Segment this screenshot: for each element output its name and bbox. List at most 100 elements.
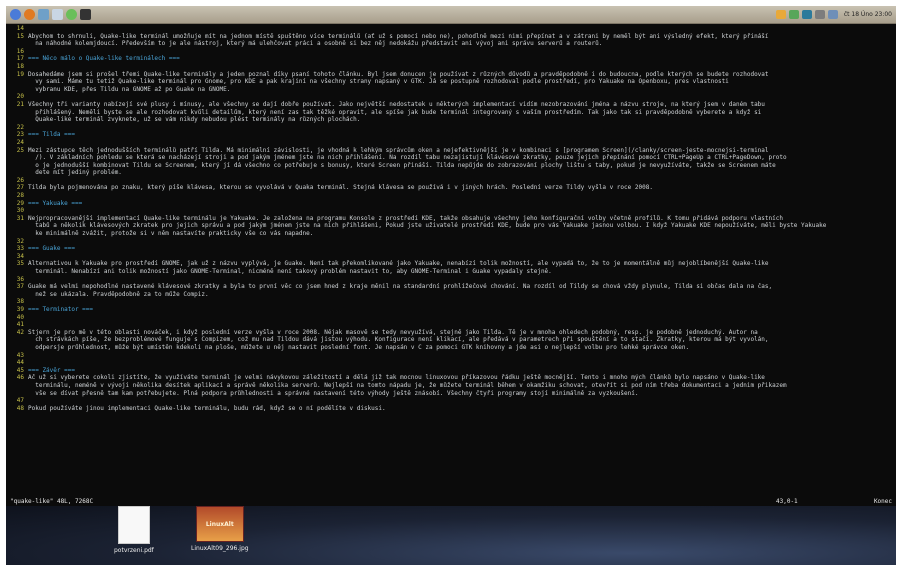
- terminal-text-area[interactable]: 14 15 Abychom to shrnuli, Quake-like termi…: [6, 24, 896, 412]
- editor-line[interactable]: 16: [10, 48, 892, 56]
- line-number: [10, 78, 24, 86]
- editor-line[interactable]: 21 Všechny tři varianty nabízejí své plus…: [10, 101, 892, 109]
- editor-line[interactable]: 37 Guake má velmi nepohodlné nastavené kl…: [10, 283, 892, 291]
- line-text: na náhodné kolemjdoucí. Především to je …: [28, 40, 603, 48]
- line-number: 38: [16, 298, 24, 306]
- terminal-icon[interactable]: [80, 9, 91, 20]
- menu-icon[interactable]: [10, 9, 21, 20]
- editor-line[interactable]: 38: [10, 298, 892, 306]
- editor-line[interactable]: 36: [10, 276, 892, 284]
- editor-line[interactable]: 24: [10, 139, 892, 147]
- editor-line[interactable]: Quake-like terminál zvyknete, už se vám …: [10, 116, 892, 124]
- editor-line[interactable]: 31 Nejpropracovanější implementací Quake-…: [10, 215, 892, 223]
- editor-line[interactable]: ch strávkách píše, že bezproblémové fung…: [10, 336, 892, 344]
- editor-line[interactable]: ke minimálně zvážit, protože si v něm na…: [10, 230, 892, 238]
- line-number: 43: [16, 351, 24, 359]
- desktop: potvrzeni.pdf LinuxAlt LinuxAlt09_296.jp…: [6, 506, 896, 565]
- editor-line[interactable]: 29 === Yakuake ===: [10, 200, 892, 208]
- editor-line[interactable]: 26: [10, 177, 892, 185]
- launcher-area: [6, 9, 91, 20]
- editor-line[interactable]: 42 Stjern je pro mě v této oblasti nováče…: [10, 329, 892, 337]
- editor-line[interactable]: 15 Abychom to shrnuli, Quake-like terminá…: [10, 33, 892, 41]
- battery-icon[interactable]: [801, 10, 812, 19]
- network-icon[interactable]: [775, 10, 786, 19]
- line-number: 32: [16, 237, 24, 245]
- keyboard-icon[interactable]: [814, 10, 825, 19]
- line-number: 18: [16, 62, 24, 70]
- line-number: 46: [16, 374, 24, 382]
- editor-line[interactable]: 17 === Něco málo o Quake-like terminálech…: [10, 55, 892, 63]
- editor-line[interactable]: 39 === Terminator ===: [10, 306, 892, 314]
- editor-line[interactable]: 19 Dosahedáme jsem si prošel třemi Quake-…: [10, 71, 892, 79]
- desktop-icon-pdf[interactable]: potvrzeni.pdf: [114, 506, 154, 554]
- editor-line[interactable]: vše se dívat přesně tam kam potřebujete.…: [10, 390, 892, 398]
- editor-line[interactable]: 28: [10, 192, 892, 200]
- editor-line[interactable]: terminál. Nenabízí ani tolik možností ja…: [10, 268, 892, 276]
- editor-line[interactable]: 40: [10, 314, 892, 322]
- mail-icon[interactable]: [52, 9, 63, 20]
- editor-line[interactable]: 33 === Guake ===: [10, 245, 892, 253]
- editor-line[interactable]: 32: [10, 238, 892, 246]
- editor-line[interactable]: 48 Pokud používáte jinou implementaci Qua…: [10, 405, 892, 413]
- chat-icon[interactable]: [66, 9, 77, 20]
- line-text: /). V základních pohledu se která se nac…: [28, 154, 787, 162]
- vim-status-bar: "quake-like" 48L, 7268C 43,0-1 Konec: [6, 496, 896, 506]
- editor-line[interactable]: 25 Mezi zástupce těch jednodušších termin…: [10, 147, 892, 155]
- editor-line[interactable]: 27 Tilda byla pojmenována po znaku, který…: [10, 184, 892, 192]
- editor-line[interactable]: odpersje průhlednost, může být umístěn k…: [10, 344, 892, 352]
- editor-line[interactable]: dete mít jediný problém.: [10, 169, 892, 177]
- editor-line[interactable]: 30: [10, 207, 892, 215]
- line-text: [28, 124, 892, 132]
- editor-line[interactable]: 22: [10, 124, 892, 132]
- browser-icon[interactable]: [24, 9, 35, 20]
- editor-line[interactable]: tabů a několik klávesových zkratek pro j…: [10, 222, 892, 230]
- editor-line[interactable]: než se ukázala. Pravděpodobně za to může…: [10, 291, 892, 299]
- line-number: [10, 268, 24, 276]
- editor-line[interactable]: 46 Ač už si vyberete cokoli zjistíte, že …: [10, 374, 892, 382]
- section-heading: === Terminator ===: [28, 305, 94, 313]
- panel-clock[interactable]: čt 18 Úno 23:00: [844, 11, 892, 18]
- volume-icon[interactable]: [788, 10, 799, 19]
- line-number: 25: [16, 146, 24, 154]
- editor-line[interactable]: o je jednodušší kombinovat Tildu se Scre…: [10, 162, 892, 170]
- editor-line[interactable]: terminálu, neméně v vývoji několika desí…: [10, 382, 892, 390]
- line-text: [28, 48, 892, 56]
- editor-line[interactable]: 44: [10, 359, 892, 367]
- editor-line[interactable]: 14: [10, 25, 892, 33]
- editor-line[interactable]: 47: [10, 397, 892, 405]
- line-number: 48: [16, 404, 24, 412]
- desktop-icon-label: LinuxAlt09_296.jpg: [191, 545, 249, 552]
- weather-icon[interactable]: [827, 10, 838, 19]
- terminal-window[interactable]: 14 15 Abychom to shrnuli, Quake-like termi…: [6, 24, 896, 506]
- line-number: [10, 222, 24, 230]
- desktop-icon-label: potvrzeni.pdf: [114, 547, 154, 554]
- line-number: 28: [16, 192, 24, 200]
- editor-line[interactable]: 41: [10, 321, 892, 329]
- editor-line[interactable]: 45 === Závěr ===: [10, 367, 892, 375]
- editor-line[interactable]: 20: [10, 93, 892, 101]
- line-number: [10, 116, 24, 124]
- line-text: Abychom to shrnuli, Quake-like terminál …: [28, 32, 769, 40]
- line-number: 15: [16, 32, 24, 40]
- editor-line[interactable]: 34: [10, 253, 892, 261]
- editor-line[interactable]: vy sami. Máme tu tetiž Quake-like termin…: [10, 78, 892, 86]
- folder-icon[interactable]: [38, 9, 49, 20]
- editor-line[interactable]: na náhodné kolemjdoucí. Především to je …: [10, 40, 892, 48]
- editor-line[interactable]: přihlášený. Neměli byste se ale rozhodov…: [10, 109, 892, 117]
- editor-line[interactable]: 43: [10, 352, 892, 360]
- desktop-icon-image[interactable]: LinuxAlt LinuxAlt09_296.jpg: [191, 506, 249, 552]
- line-number: [10, 169, 24, 177]
- editor-line[interactable]: 35 Alternativou k Yakuake pro prostředí G…: [10, 260, 892, 268]
- line-number: 24: [16, 138, 24, 146]
- line-text: Dosahedáme jsem si prošel třemi Quake-li…: [28, 70, 769, 78]
- editor-line[interactable]: vybranu KDE, přes Tildu na GNOME až po G…: [10, 86, 892, 94]
- line-number: [10, 40, 24, 48]
- line-text: Alternativou k Yakuake pro prostředí GNO…: [28, 260, 769, 268]
- line-text: [28, 93, 892, 101]
- line-text: než se ukázala. Pravděpodobně za to může…: [28, 290, 209, 298]
- line-number: 37: [16, 283, 24, 291]
- editor-line[interactable]: /). V základních pohledu se která se nac…: [10, 154, 892, 162]
- line-number: 26: [16, 176, 24, 184]
- editor-line[interactable]: 18: [10, 63, 892, 71]
- editor-line[interactable]: 23 === Tilda ===: [10, 131, 892, 139]
